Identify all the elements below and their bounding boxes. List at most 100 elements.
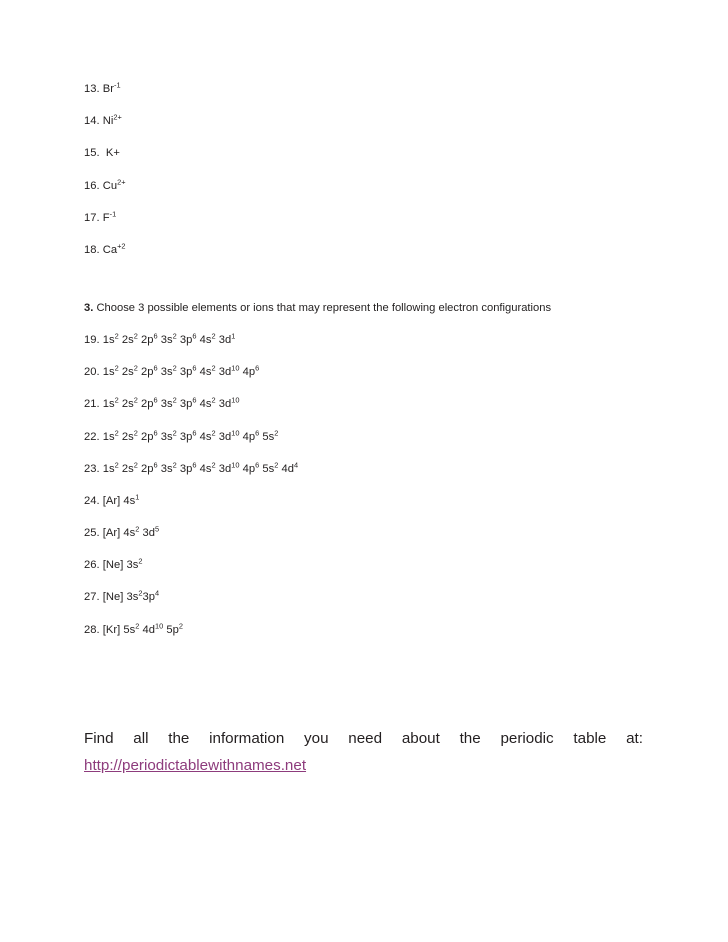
orbital-label: 1s <box>102 430 115 443</box>
orbital-label: 2s <box>121 462 134 475</box>
orbital-exponent: 2 <box>172 363 177 373</box>
list-item: 24. [Ar] 4s1 <box>84 492 640 508</box>
orbital-label: 3s <box>160 462 173 475</box>
list-item: 28. [Kr] 5s2 4d10 5p2 <box>84 620 640 637</box>
orbital-exponent: 2 <box>133 427 138 437</box>
orbital-exponent: 2 <box>172 459 177 469</box>
orbital-exponent: 6 <box>153 331 158 341</box>
orbital-label: [Ne] 3s <box>102 591 139 604</box>
item-number: 21. <box>84 398 100 411</box>
list-item: 22. 1s2 2s2 2p6 3s2 3p6 4s2 3d10 4p6 5s2 <box>84 427 640 444</box>
orbital-label: 3d <box>218 398 232 411</box>
orbital-label: 3p <box>179 366 193 379</box>
orbital-exponent: 2 <box>133 459 138 469</box>
section-heading: 3. Choose 3 possible elements or ions th… <box>84 301 640 315</box>
item-symbol: Ni <box>102 115 114 128</box>
orbital-label: 4p <box>242 430 256 443</box>
orbital-exponent: 2 <box>172 395 177 405</box>
orbital-exponent: 2 <box>211 459 216 469</box>
orbital-label: 2s <box>121 398 134 411</box>
orbital-exponent: 2 <box>114 331 119 341</box>
orbital-label: 3s <box>160 366 173 379</box>
list-item: 14. Ni2+ <box>84 112 640 128</box>
orbital-exponent: 6 <box>153 363 158 373</box>
orbital-label: 2p <box>141 430 154 443</box>
orbital-exponent: 6 <box>255 459 260 469</box>
orbital-exponent: 2 <box>211 363 216 373</box>
item-number: 23. <box>84 462 100 475</box>
item-number: 27. <box>84 591 100 604</box>
document-body: 13. Br-1 14. Ni2+ 15. K+ 16. Cu2+ 17. F-… <box>84 81 640 637</box>
orbital-label: 4s <box>199 398 212 411</box>
orbital-exponent: 6 <box>255 427 260 437</box>
item-number: 24. <box>84 494 100 507</box>
orbital-exponent: 2 <box>178 620 183 630</box>
item-symbol: Ca <box>102 243 118 256</box>
item-number: 13. <box>84 83 100 95</box>
orbital-label: 2s <box>121 430 134 443</box>
orbital-exponent: 2 <box>114 459 119 469</box>
orbital-label: 2p <box>141 462 154 475</box>
item-number: 26. <box>84 559 100 572</box>
orbital-exponent: 2 <box>211 395 216 405</box>
orbital-exponent: 2 <box>135 620 140 630</box>
list-item: 15. K+ <box>84 147 640 160</box>
item-number: 20. <box>84 366 100 379</box>
ion-list: 13. Br-1 14. Ni2+ 15. K+ 16. Cu2+ 17. F-… <box>84 81 640 257</box>
orbital-label: 2s <box>121 333 134 346</box>
orbital-label: 3d <box>218 366 232 379</box>
section-number: 3. <box>84 301 94 314</box>
orbital-label: 3s <box>160 333 173 346</box>
list-item: 20. 1s2 2s2 2p6 3s2 3p6 4s2 3d10 4p6 <box>84 363 640 379</box>
list-item: 13. Br-1 <box>84 81 640 96</box>
item-symbol: Cu <box>102 179 118 192</box>
orbital-label: 3d <box>218 333 232 346</box>
orbital-exponent: 2 <box>114 363 119 373</box>
item-number: 16. <box>84 179 100 192</box>
orbital-exponent: 2 <box>114 427 119 437</box>
item-symbol: K+ <box>102 147 120 160</box>
orbital-exponent: 6 <box>255 363 260 373</box>
footer-block: Find all the information you need about … <box>84 726 643 779</box>
orbital-label: 3p <box>179 398 193 411</box>
orbital-exponent: 4 <box>154 588 160 598</box>
orbital-label: 3d <box>142 527 155 540</box>
orbital-exponent: 2 <box>114 395 119 405</box>
orbital-label: 3p <box>179 462 193 475</box>
orbital-exponent: 2 <box>138 556 143 566</box>
item-charge: +2 <box>117 241 126 251</box>
orbital-label: 3p <box>179 333 193 346</box>
orbital-label: 2p <box>141 333 154 346</box>
orbital-label: 3s <box>160 430 173 443</box>
item-number: 14. <box>84 115 100 128</box>
item-charge: 2+ <box>117 176 126 186</box>
list-item: 21. 1s2 2s2 2p6 3s2 3p6 4s2 3d10 <box>84 395 640 411</box>
orbital-label: 3p <box>179 430 193 443</box>
item-charge: 2+ <box>113 112 122 122</box>
orbital-label: 4p <box>242 462 256 475</box>
orbital-exponent: 6 <box>192 459 197 469</box>
orbital-label: 3s <box>160 398 173 411</box>
orbital-exponent: 2 <box>135 524 140 534</box>
orbital-label: 4s <box>199 430 212 443</box>
orbital-exponent: 10 <box>154 620 164 630</box>
list-item: 23. 1s2 2s2 2p6 3s2 3p6 4s2 3d10 4p6 5s2… <box>84 459 640 476</box>
list-item: 26. [Ne] 3s2 <box>84 556 640 572</box>
item-number: 19. <box>84 333 100 346</box>
orbital-label: 4s <box>199 333 212 346</box>
orbital-exponent: 6 <box>192 331 197 341</box>
orbital-exponent: 10 <box>231 395 240 405</box>
orbital-exponent: 2 <box>211 427 216 437</box>
orbital-label: 3d <box>218 430 232 443</box>
orbital-label: 4d <box>281 462 294 475</box>
list-item: 16. Cu2+ <box>84 176 640 193</box>
orbital-exponent: 2 <box>274 459 279 469</box>
orbital-label: [Ar] 4s <box>102 527 136 540</box>
orbital-exponent: 4 <box>293 459 299 469</box>
orbital-exponent: 1 <box>135 492 140 502</box>
orbital-label: 5s <box>262 430 275 443</box>
orbital-exponent: 6 <box>153 395 158 405</box>
periodic-table-link[interactable]: http://periodictablewithnames.net <box>84 753 306 779</box>
orbital-label: 5s <box>262 462 275 475</box>
